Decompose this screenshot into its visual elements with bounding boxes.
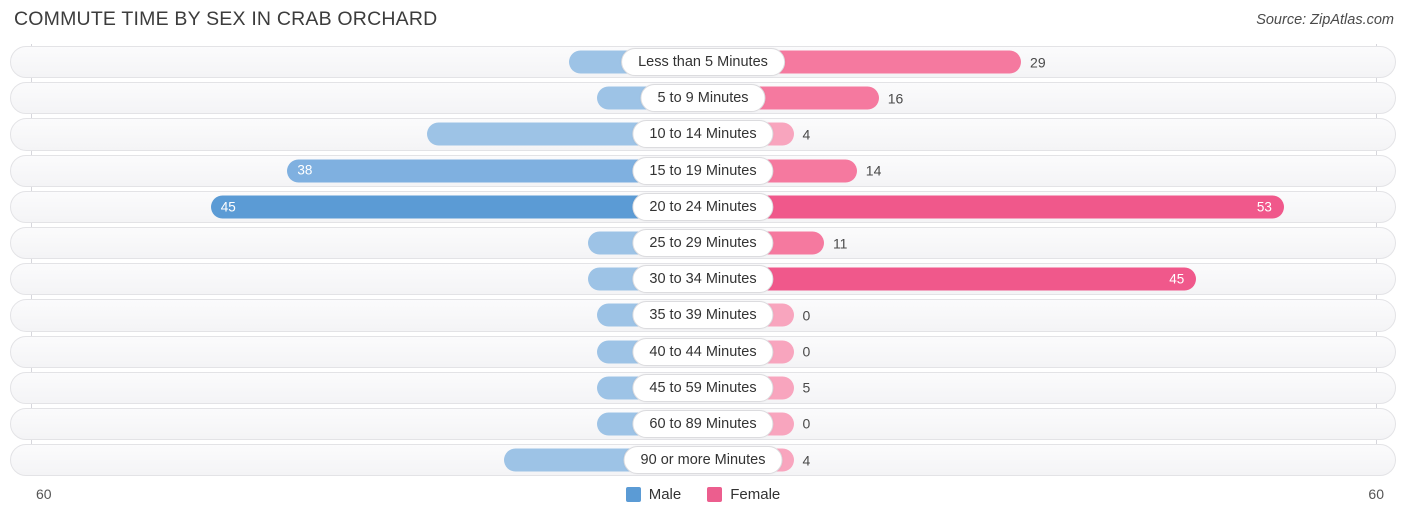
category-label: 10 to 14 Minutes <box>632 120 774 149</box>
chart-header: COMMUTE TIME BY SEX IN CRAB ORCHARD Sour… <box>0 0 1406 42</box>
female-value-label: 4 <box>802 126 811 143</box>
male-value-label: 38 <box>297 162 313 178</box>
category-label: 25 to 29 Minutes <box>632 229 774 258</box>
table-row[interactable]: 0545 to 59 Minutes <box>0 370 1406 406</box>
female-value-label: 14 <box>865 162 882 179</box>
male-bar[interactable]: 45 <box>210 195 704 219</box>
legend-item-male[interactable]: Male <box>625 486 682 503</box>
category-label: 90 or more Minutes <box>623 446 783 475</box>
category-label: 40 to 44 Minutes <box>632 337 774 366</box>
female-value-label: 16 <box>887 90 904 107</box>
page-title: COMMUTE TIME BY SEX IN CRAB ORCHARD <box>14 8 438 30</box>
category-label: 45 to 59 Minutes <box>632 373 774 402</box>
legend-swatch-female-icon <box>707 487 723 502</box>
legend-swatch-male-icon <box>625 487 641 502</box>
source-attribution: Source: ZipAtlas.com <box>1256 12 1394 28</box>
table-row[interactable]: 45 53 20 to 24 Minutes <box>0 189 1406 225</box>
female-value-label: 0 <box>802 415 811 432</box>
chart-footer: 60 60 Male Female <box>0 482 1406 522</box>
female-value-label: 53 <box>1256 199 1272 215</box>
female-bar[interactable]: 53 <box>703 195 1284 219</box>
table-row[interactable]: 1029Less than 5 Minutes <box>0 44 1406 80</box>
category-label: 20 to 24 Minutes <box>632 192 774 221</box>
female-value-label: 45 <box>1169 271 1185 287</box>
legend-item-female[interactable]: Female <box>707 486 780 503</box>
female-value-label: 0 <box>802 343 811 360</box>
table-row[interactable]: 5060 to 89 Minutes <box>0 406 1406 442</box>
legend-label-male: Male <box>648 486 682 503</box>
category-label: 15 to 19 Minutes <box>632 156 774 185</box>
female-value-label: 29 <box>1030 54 1046 71</box>
table-row[interactable]: 91125 to 29 Minutes <box>0 225 1406 261</box>
female-value-label: 5 <box>802 379 811 396</box>
table-row[interactable]: 23410 to 14 Minutes <box>0 116 1406 152</box>
female-value-label: 11 <box>832 235 848 252</box>
table-row[interactable]: 94530 to 34 Minutes <box>0 261 1406 297</box>
legend-label-female: Female <box>730 486 781 503</box>
category-label: 35 to 39 Minutes <box>632 301 774 330</box>
table-row[interactable]: 2035 to 39 Minutes <box>0 297 1406 333</box>
category-label: 30 to 34 Minutes <box>632 265 774 294</box>
category-label: Less than 5 Minutes <box>621 48 785 77</box>
chart-legend: Male Female <box>0 486 1406 503</box>
chart-plot-area: 1029Less than 5 Minutes0165 to 9 Minutes… <box>0 44 1406 482</box>
female-value-label: 4 <box>802 452 811 469</box>
table-row[interactable]: 16490 or more Minutes <box>0 442 1406 478</box>
female-bar[interactable]: 45 <box>703 267 1197 291</box>
bar-rows: 1029Less than 5 Minutes0165 to 9 Minutes… <box>0 44 1406 478</box>
table-row[interactable]: 0040 to 44 Minutes <box>0 334 1406 370</box>
table-row[interactable]: 38 14 15 to 19 Minutes <box>0 153 1406 189</box>
male-value-label: 45 <box>220 199 236 215</box>
female-bar-group: 53 <box>703 195 1284 219</box>
female-bar-group: 45 <box>703 267 1197 291</box>
category-label: 5 to 9 Minutes <box>640 84 766 113</box>
category-label: 60 to 89 Minutes <box>632 409 774 438</box>
table-row[interactable]: 0165 to 9 Minutes <box>0 80 1406 116</box>
male-bar-group: 45 <box>210 195 704 219</box>
female-value-label: 0 <box>802 307 811 324</box>
